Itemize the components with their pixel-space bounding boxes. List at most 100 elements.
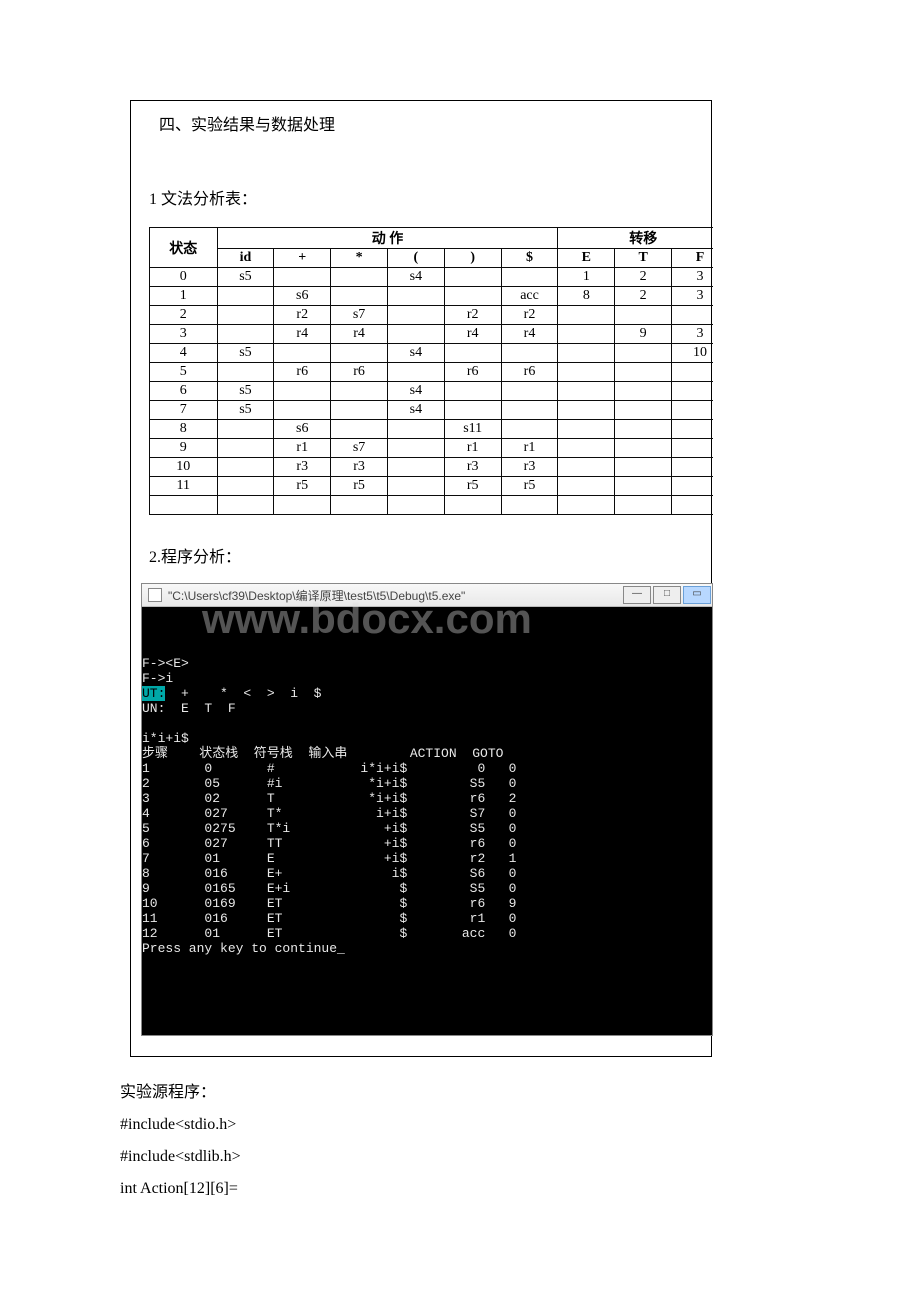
action-cell: r2 [444,306,501,325]
source-title: 实验源程序： [120,1077,800,1109]
console-step-row: 4 027 T* i+i$ S7 0 [142,806,708,821]
action-cell: r5 [444,477,501,496]
action-cell [387,363,444,382]
header-action: 动 作 [217,228,558,249]
goto-cell [615,477,672,496]
action-cell: r5 [331,477,388,496]
console-line: F->i [142,671,708,686]
header-sub-row: id + * ( ) $ E T F [150,249,714,268]
goto-cell [615,458,672,477]
source-line-3: int Action[12][6]= [120,1173,800,1205]
goto-cell [615,363,672,382]
console-step-row: 8 016 E+ i$ S6 0 [142,866,708,881]
goto-cell [672,458,713,477]
goto-cell [558,363,615,382]
console-line [142,716,708,731]
header-goto: 转移 [558,228,713,249]
minimize-button[interactable]: — [623,586,651,604]
action-cell: r1 [444,439,501,458]
col-star: * [331,249,388,268]
action-cell: r1 [501,439,558,458]
action-cell [274,268,331,287]
table-row: 2r2s7r2r2 [150,306,714,325]
console-line: UT: + * < > i $ [142,686,708,701]
action-cell [501,382,558,401]
goto-cell [615,344,672,363]
action-cell: s4 [387,401,444,420]
goto-cell [558,325,615,344]
state-cell: 6 [150,382,218,401]
goto-cell: 10 [672,344,713,363]
action-cell: s6 [274,420,331,439]
console-line: i*i+i$ [142,731,708,746]
console-titlebar: "C:\Users\cf39\Desktop\编译原理\test5\t5\Deb… [142,584,712,607]
state-cell: 11 [150,477,218,496]
goto-cell [558,344,615,363]
col-rparen: ) [444,249,501,268]
goto-cell [615,420,672,439]
action-cell [274,344,331,363]
action-cell: s4 [387,268,444,287]
action-cell [217,439,274,458]
goto-cell [558,306,615,325]
table-row: 5r6r6r6r6 [150,363,714,382]
goto-cell [672,306,713,325]
action-cell: acc [501,287,558,306]
action-cell [331,287,388,306]
action-cell: r3 [444,458,501,477]
action-cell [387,287,444,306]
console-step-row: 10 0169 ET $ r6 9 [142,896,708,911]
col-T: T [615,249,672,268]
state-cell: 7 [150,401,218,420]
console-step-row: 3 02 T *i+i$ r6 2 [142,791,708,806]
action-cell: r4 [444,325,501,344]
document-frame: 四、实验结果与数据处理 1 文法分析表： 状态 动 作 转移 id + * ( … [130,100,712,1057]
state-cell: 5 [150,363,218,382]
col-dollar: $ [501,249,558,268]
table-row: 4s5s410 [150,344,714,363]
close-button[interactable]: ▭ [683,586,711,604]
action-cell: r6 [501,363,558,382]
state-cell: 10 [150,458,218,477]
action-cell [387,325,444,344]
console-title: "C:\Users\cf39\Desktop\编译原理\test5\t5\Deb… [168,587,622,604]
action-cell: r4 [274,325,331,344]
highlight-text: UT: [142,686,165,701]
action-cell: r6 [331,363,388,382]
action-cell: r3 [274,458,331,477]
goto-cell [672,439,713,458]
table-row: 10r3r3r3r3 [150,458,714,477]
table-row: 9r1s7r1r1 [150,439,714,458]
table-row: 8s6s11 [150,420,714,439]
action-cell: r2 [274,306,331,325]
console-window: "C:\Users\cf39\Desktop\编译原理\test5\t5\Deb… [141,583,713,1036]
goto-cell [672,382,713,401]
action-cell: s6 [274,287,331,306]
action-cell [444,344,501,363]
state-cell: 1 [150,287,218,306]
action-cell: s5 [217,382,274,401]
goto-cell [672,477,713,496]
goto-cell [558,439,615,458]
press-any-key: Press any key to continue_ [142,941,708,956]
action-cell: s5 [217,401,274,420]
action-cell [274,382,331,401]
action-cell [501,401,558,420]
action-cell [274,401,331,420]
state-cell: 3 [150,325,218,344]
action-cell [217,306,274,325]
col-plus: + [274,249,331,268]
action-cell [444,287,501,306]
state-cell: 0 [150,268,218,287]
maximize-button[interactable]: □ [653,586,681,604]
col-id: id [217,249,274,268]
goto-cell: 1 [558,268,615,287]
goto-cell [558,382,615,401]
goto-cell [615,439,672,458]
source-section: 实验源程序： #include<stdio.h> #include<stdlib… [120,1077,800,1205]
table-row: 0s5s4123 [150,268,714,287]
action-cell [501,420,558,439]
source-line-1: #include<stdio.h> [120,1109,800,1141]
console-step-row: 6 027 TT +i$ r6 0 [142,836,708,851]
goto-cell: 9 [615,325,672,344]
